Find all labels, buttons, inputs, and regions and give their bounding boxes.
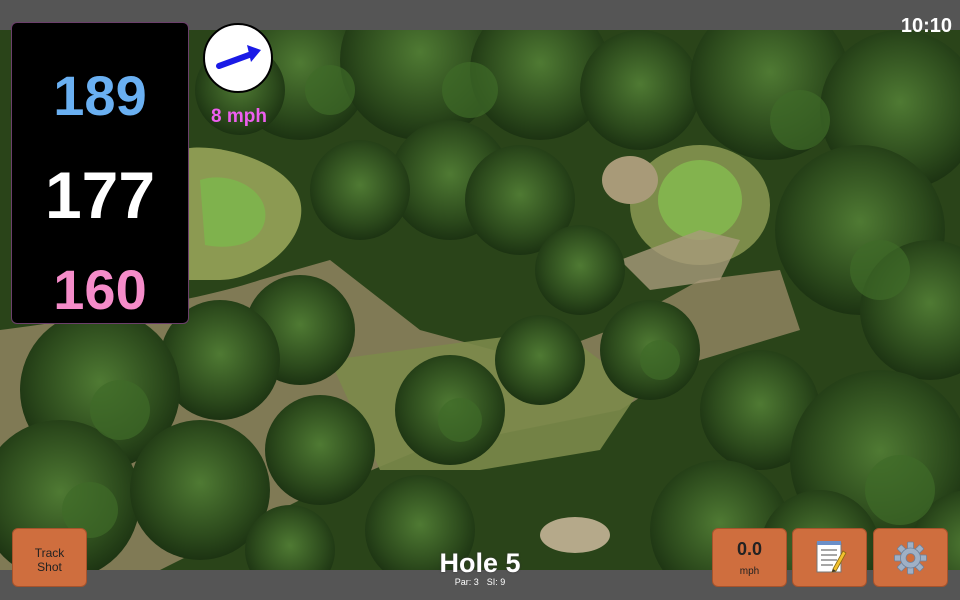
hole-title: Hole 5 bbox=[439, 548, 521, 578]
notes-button[interactable] bbox=[792, 528, 867, 587]
back-yardage: 189 bbox=[53, 64, 147, 127]
yardage-panel: 189 177 160 bbox=[11, 22, 189, 324]
speed-value: 0.0 bbox=[736, 539, 763, 559]
speed-button[interactable]: 0.0 mph bbox=[712, 528, 787, 587]
wind-arrow-icon bbox=[216, 45, 261, 69]
settings-button[interactable] bbox=[873, 528, 948, 587]
hole-stroke-index: SI: 9 bbox=[486, 577, 506, 587]
track-shot-label: Track Shot bbox=[34, 546, 65, 574]
track-shot-button[interactable]: Track Shot bbox=[12, 528, 87, 587]
speed-unit: mph bbox=[739, 566, 760, 577]
notepad-icon bbox=[816, 541, 847, 573]
clock: 10:10 bbox=[900, 15, 952, 37]
center-yardage: 177 bbox=[44, 158, 156, 232]
hole-par: Par: 3 bbox=[454, 577, 479, 587]
front-yardage: 160 bbox=[53, 258, 147, 321]
wind-speed: 8 mph bbox=[211, 106, 267, 127]
hole-info: Par: 3 SI: 9 bbox=[380, 577, 580, 587]
gear-icon bbox=[894, 541, 927, 575]
wind-indicator bbox=[203, 23, 273, 93]
